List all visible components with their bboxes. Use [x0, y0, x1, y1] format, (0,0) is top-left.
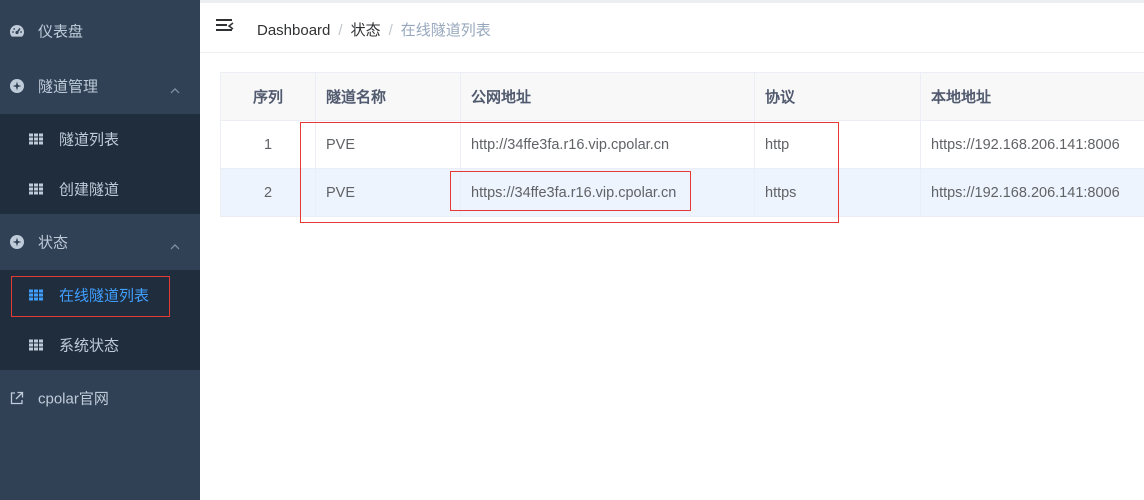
table-cell-protocol: https — [755, 169, 921, 216]
breadcrumb-home[interactable]: Dashboard — [257, 22, 330, 39]
breadcrumb-separator: / — [388, 22, 393, 39]
table-header-row: 序列 隧道名称 公网地址 协议 本地地址 — [221, 73, 1144, 121]
chevron-up-icon — [170, 81, 180, 98]
sidebar-item-label: 隧道列表 — [59, 131, 120, 149]
column-header: 隧道名称 — [316, 73, 461, 120]
sidebar-item-create-tunnel[interactable]: 创建隧道 — [0, 164, 200, 214]
table-icon — [29, 133, 43, 145]
sidebar-item-status[interactable]: 状态 — [0, 216, 200, 268]
column-header: 本地地址 — [931, 89, 992, 106]
column-header: 协议 — [755, 73, 921, 120]
sidebar-item-label: 状态 — [38, 234, 69, 252]
sidebar-item-system-status[interactable]: 系统状态 — [0, 320, 200, 370]
submenu-status: 在线隧道列表 系统状态 — [0, 270, 200, 370]
table-icon — [29, 289, 43, 301]
sidebar-item-label: cpolar官网 — [38, 390, 109, 408]
column-header: 公网地址 — [461, 73, 755, 120]
app: 仪表盘 隧道管理 隧道列表 创建隧道 状态 在线隧道列表 系统状态 cpolar… — [0, 0, 1144, 500]
sidebar-item-label: 仪表盘 — [38, 23, 84, 41]
sidebar-item-label: 隧道管理 — [38, 78, 99, 96]
compass-icon — [9, 78, 25, 94]
table-icon — [29, 339, 43, 351]
breadcrumb: Dashboard / 状态 / 在线隧道列表 — [257, 19, 491, 40]
sidebar-item-cpolar-site[interactable]: cpolar官网 — [0, 372, 200, 424]
breadcrumb-parent[interactable]: 状态 — [351, 22, 381, 39]
table-cell-public-url[interactable]: http://34ffe3fa.r16.vip.cpolar.cn — [461, 121, 755, 168]
sidebar-item-tunnel-management[interactable]: 隧道管理 — [0, 60, 200, 112]
table-row[interactable]: 1 PVE http://34ffe3fa.r16.vip.cpolar.cn … — [221, 121, 1144, 169]
table-cell-local-address: https://192.168.206.141:8006 — [931, 184, 1120, 201]
table-cell-index: 2 — [221, 169, 316, 216]
navbar: Dashboard / 状态 / 在线隧道列表 — [200, 3, 1144, 53]
table-icon — [29, 183, 43, 195]
table-cell-name: PVE — [316, 121, 461, 168]
external-link-icon — [9, 390, 25, 406]
table-cell-local-address: https://192.168.206.141:8006 — [931, 136, 1120, 153]
sidebar: 仪表盘 隧道管理 隧道列表 创建隧道 状态 在线隧道列表 系统状态 cpolar… — [0, 0, 200, 500]
compass-icon — [9, 234, 25, 250]
breadcrumb-current: 在线隧道列表 — [400, 22, 491, 39]
main-content: Dashboard / 状态 / 在线隧道列表 序列 隧道名称 公网地址 协议 本地地址… — [200, 0, 1144, 500]
sidebar-item-dashboard[interactable]: 仪表盘 — [0, 5, 200, 57]
chevron-up-icon — [170, 237, 180, 254]
sidebar-item-label: 创建隧道 — [59, 181, 120, 199]
table-cell-protocol: http — [755, 121, 921, 168]
column-header: 序列 — [221, 73, 316, 120]
sidebar-item-label: 在线隧道列表 — [59, 287, 150, 305]
table-cell-index: 1 — [221, 121, 316, 168]
sidebar-item-online-tunnels[interactable]: 在线隧道列表 — [0, 270, 200, 320]
tunnel-table: 序列 隧道名称 公网地址 协议 本地地址 1 PVE http://34ffe3… — [220, 72, 1144, 217]
sidebar-item-label: 系统状态 — [59, 337, 120, 355]
table-cell-name: PVE — [316, 169, 461, 216]
menu-toggle-icon[interactable] — [216, 19, 234, 33]
dashboard-icon — [9, 23, 25, 39]
table-row[interactable]: 2 PVE https://34ffe3fa.r16.vip.cpolar.cn… — [221, 169, 1144, 217]
submenu-tunnel-management: 隧道列表 创建隧道 — [0, 114, 200, 214]
table-cell-public-url[interactable]: https://34ffe3fa.r16.vip.cpolar.cn — [461, 169, 755, 216]
breadcrumb-separator: / — [338, 22, 343, 39]
sidebar-item-tunnel-list[interactable]: 隧道列表 — [0, 114, 200, 164]
